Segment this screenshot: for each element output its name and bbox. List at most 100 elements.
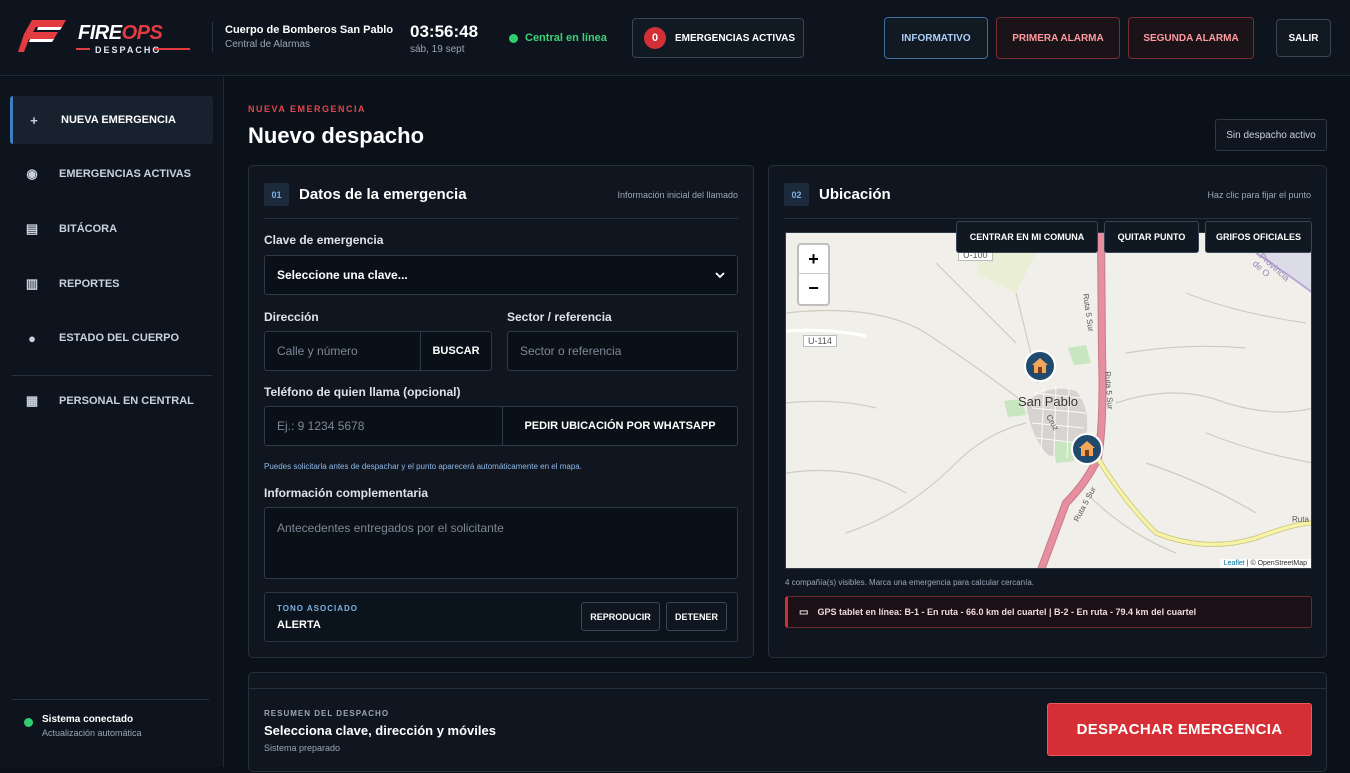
tone-box: TONO ASOCIADO ALERTA REPRODUCIR DETENER xyxy=(264,592,738,642)
top-bar: FIREOPS DESPACHO Cuerpo de Bomberos San … xyxy=(0,0,1350,76)
clave-select[interactable]: Seleccione una clave... xyxy=(264,255,738,295)
system-status: Sistema conectado Actualización automáti… xyxy=(24,714,142,738)
logo-mark-icon xyxy=(18,20,66,52)
sidebar-item-nueva-emergencia[interactable]: + NUEVA EMERGENCIA xyxy=(10,96,213,144)
fire-station-marker-icon[interactable] xyxy=(1071,433,1103,465)
active-emergencies-count: 0 xyxy=(644,27,666,49)
info-label: Información complementaria xyxy=(264,486,429,500)
clock: 03:56:48 sáb, 19 sept xyxy=(410,22,478,55)
sidebar-item-label: ESTADO DEL CUERPO xyxy=(59,332,179,344)
telefono-input[interactable]: Ej.: 9 1234 5678 xyxy=(264,406,503,446)
map-companies-note: 4 compañía(s) visibles. Marca una emerge… xyxy=(785,578,1035,587)
quitar-punto-button[interactable]: QUITAR PUNTO xyxy=(1104,221,1199,253)
person-icon: ● xyxy=(28,330,36,346)
clave-label: Clave de emergencia xyxy=(264,233,384,247)
tone-value: ALERTA xyxy=(277,619,321,631)
panel-number: 02 xyxy=(784,183,809,206)
whatsapp-help-text: Puedes solicitarla antes de despachar y … xyxy=(264,462,582,471)
fireops-logo: FIREOPS DESPACHO xyxy=(18,18,194,56)
sector-input[interactable]: Sector o referencia xyxy=(507,331,738,371)
panel-title: Datos de la emergencia xyxy=(299,186,467,203)
system-status-subtitle: Actualización automática xyxy=(42,728,142,738)
sidebar-item-reportes[interactable]: ▥ REPORTES xyxy=(10,260,213,308)
panel-header: 02 Ubicación xyxy=(784,183,891,206)
dispatch-summary: RESUMEN DEL DESPACHO Selecciona clave, d… xyxy=(248,672,1327,772)
zoom-in-button[interactable]: + xyxy=(799,245,828,274)
target-icon: ◉ xyxy=(26,166,38,181)
sidebar-item-bitacora[interactable]: ▤ BITÁCORA xyxy=(10,205,213,253)
despachar-emergencia-button[interactable]: DESPACHAR EMERGENCIA xyxy=(1047,703,1312,756)
central-status-label: Central en línea xyxy=(525,32,607,44)
chevron-down-icon xyxy=(715,271,725,278)
summary-kicker: RESUMEN DEL DESPACHO xyxy=(264,709,390,718)
whatsapp-location-button[interactable]: PEDIR UBICACIÓN POR WHATSAPP xyxy=(502,406,738,446)
grid-icon: ▦ xyxy=(25,393,39,408)
dispatch-summary-inner: RESUMEN DEL DESPACHO Selecciona clave, d… xyxy=(249,688,1326,773)
panel-number: 01 xyxy=(264,183,289,206)
page-kicker: NUEVA EMERGENCIA xyxy=(248,104,367,114)
system-status-dot-icon xyxy=(24,718,33,727)
active-emergencies-label: EMERGENCIAS ACTIVAS xyxy=(675,32,796,44)
detener-button[interactable]: DETENER xyxy=(666,602,727,631)
segunda-alarma-button[interactable]: SEGUNDA ALARMA xyxy=(1128,17,1254,59)
gps-status-text: GPS tablet en línea: B-1 - En ruta - 66.… xyxy=(817,607,1197,617)
info-textarea[interactable]: Antecedentes entregados por el solicitan… xyxy=(264,507,738,579)
log-icon: ▤ xyxy=(25,221,39,236)
sidebar-footer-divider xyxy=(12,699,209,700)
sidebar-item-estado-del-cuerpo[interactable]: ● ESTADO DEL CUERPO xyxy=(10,314,213,362)
status-dot-icon xyxy=(509,33,518,43)
centrar-comuna-button[interactable]: CENTRAR EN MI COMUNA xyxy=(956,221,1098,253)
central-status: Central en línea xyxy=(509,32,607,44)
sidebar-divider xyxy=(12,375,212,376)
sidebar-item-label: NUEVA EMERGENCIA xyxy=(61,114,176,126)
logo-subtitle: DESPACHO xyxy=(95,45,162,55)
primera-alarma-button[interactable]: PRIMERA ALARMA xyxy=(996,17,1120,59)
organization-info: Cuerpo de Bomberos San Pablo Central de … xyxy=(225,24,393,50)
logo-wordmark: FIREOPS xyxy=(78,22,163,44)
map-attribution: Leaflet | © OpenStreetMap xyxy=(1219,559,1311,568)
zoom-out-button[interactable]: − xyxy=(799,274,828,303)
logo-underline-right xyxy=(154,48,190,50)
leaflet-link[interactable]: Leaflet xyxy=(1224,560,1245,567)
flag-icon: ▭ xyxy=(799,606,809,618)
grifos-oficiales-button[interactable]: GRIFOS OFICIALES xyxy=(1205,221,1312,253)
informativo-button[interactable]: INFORMATIVO xyxy=(884,17,988,59)
tone-kicker: TONO ASOCIADO xyxy=(277,604,359,613)
panel-divider xyxy=(264,218,738,219)
reproducir-button[interactable]: REPRODUCIR xyxy=(581,602,660,631)
salir-button[interactable]: SALIR xyxy=(1276,19,1331,57)
organization-name: Cuerpo de Bomberos San Pablo xyxy=(225,24,394,36)
fire-station-marker-icon[interactable] xyxy=(1024,350,1056,382)
sidebar-item-label: BITÁCORA xyxy=(59,223,118,235)
active-emergencies-button[interactable]: 0 EMERGENCIAS ACTIVAS xyxy=(632,18,804,58)
map-zoom-control: + − xyxy=(797,243,830,306)
house-icon xyxy=(1032,358,1048,373)
emergency-data-panel: 01 Datos de la emergencia Información in… xyxy=(248,165,754,658)
sidebar-item-personal-en-central[interactable]: ▦ PERSONAL EN CENTRAL xyxy=(10,377,213,425)
organization-subtitle: Central de Alarmas xyxy=(225,39,311,50)
direccion-input[interactable]: Calle y número xyxy=(264,331,421,371)
gps-status-bar: ▭ GPS tablet en línea: B-1 - En ruta - 6… xyxy=(785,596,1312,628)
clave-select-value: Seleccione una clave... xyxy=(277,268,408,282)
sidebar-item-emergencias-activas[interactable]: ◉ EMERGENCIAS ACTIVAS xyxy=(10,150,213,198)
clock-time: 03:56:48 xyxy=(410,22,479,41)
buscar-button[interactable]: BUSCAR xyxy=(420,331,492,371)
panel-header: 01 Datos de la emergencia xyxy=(264,183,467,206)
page-title: Nuevo despacho xyxy=(248,123,425,148)
header-divider xyxy=(212,22,213,52)
sidebar: + NUEVA EMERGENCIA ◉ EMERGENCIAS ACTIVAS… xyxy=(0,77,224,767)
system-status-title: Sistema conectado xyxy=(42,714,134,725)
clock-date: sáb, 19 sept xyxy=(410,44,465,55)
map[interactable]: U-100 U-114 Ruta 5 Sur Ruta 5 Sur Ruta 5… xyxy=(785,232,1312,569)
sidebar-item-label: PERSONAL EN CENTRAL xyxy=(59,395,194,407)
dispatch-status-badge: Sin despacho activo xyxy=(1215,119,1327,151)
plus-icon: + xyxy=(30,112,38,128)
panel-hint: Información inicial del llamado xyxy=(617,190,738,200)
sector-label: Sector / referencia xyxy=(507,310,612,324)
panel-divider xyxy=(784,218,1311,219)
telefono-label: Teléfono de quien llama (opcional) xyxy=(264,385,461,399)
sidebar-item-label: REPORTES xyxy=(59,278,120,290)
logo-underline-left xyxy=(76,48,90,50)
map-road-label: Ruta xyxy=(1292,515,1309,524)
summary-subtitle: Sistema preparado xyxy=(264,743,341,753)
